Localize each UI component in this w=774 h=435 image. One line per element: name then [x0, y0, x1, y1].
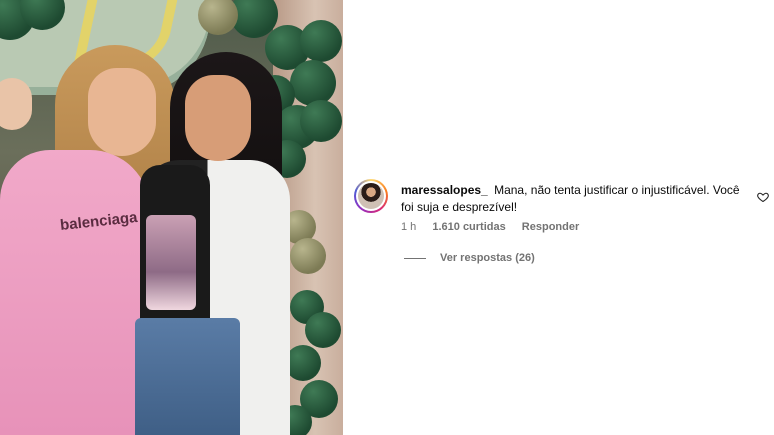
- balloon: [300, 100, 342, 142]
- comment-username[interactable]: maressalopes_: [401, 183, 488, 197]
- post-photo[interactable]: balenciaga: [0, 0, 343, 435]
- avatar[interactable]: [354, 179, 388, 213]
- likes-count[interactable]: 1.610 curtidas: [432, 221, 505, 233]
- person-right-jeans: [135, 318, 240, 435]
- balloon: [290, 238, 326, 274]
- balloon: [285, 345, 321, 381]
- person-left-face: [88, 68, 156, 156]
- person-left-hoodie: [0, 150, 150, 435]
- balloon: [290, 60, 336, 106]
- comment-meta: 1 h 1.610 curtidas Responder: [401, 221, 592, 233]
- balloon: [198, 0, 238, 35]
- balloon: [300, 20, 342, 62]
- comment-body: maressalopes_ Mana, não tenta justificar…: [401, 182, 746, 216]
- avatar-image: [358, 183, 384, 209]
- person-right-face: [185, 75, 251, 161]
- baby-figure: [0, 78, 32, 130]
- replies-divider: [404, 257, 426, 259]
- reply-button[interactable]: Responder: [522, 221, 579, 233]
- comment-time: 1 h: [401, 221, 417, 233]
- balloon: [305, 312, 341, 348]
- view-replies-button[interactable]: Ver respostas (26): [404, 252, 535, 264]
- heart-outline-icon[interactable]: [757, 190, 769, 203]
- view-replies-label: Ver respostas (26): [440, 252, 535, 264]
- shirt-graphic: [146, 215, 196, 310]
